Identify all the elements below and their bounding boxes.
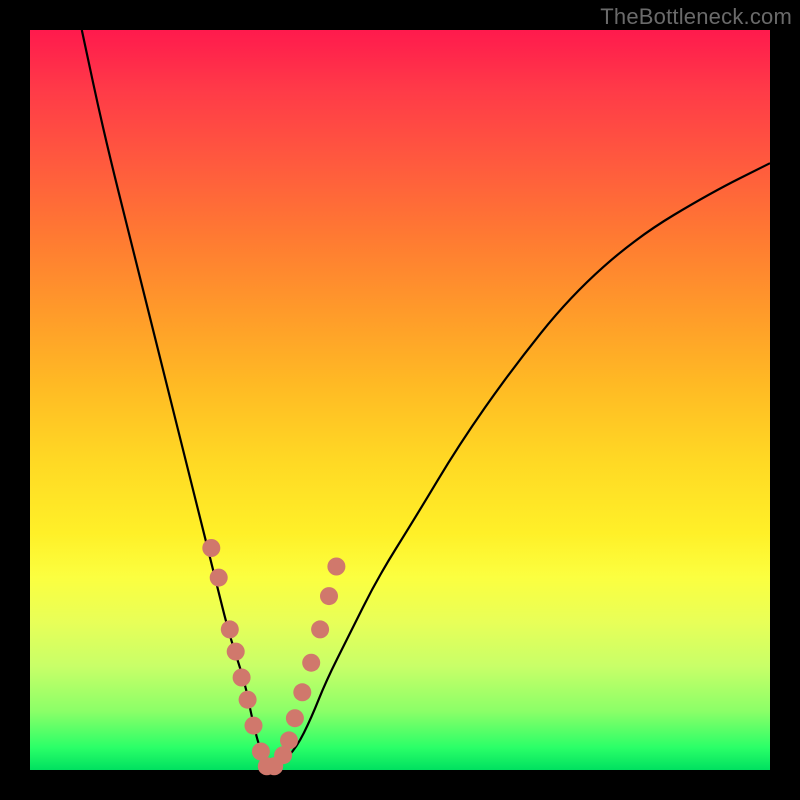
marker-dot bbox=[286, 709, 304, 727]
plot-area bbox=[30, 30, 770, 770]
bottleneck-curve bbox=[82, 30, 770, 768]
marker-dot bbox=[239, 691, 257, 709]
marker-dots-group bbox=[202, 539, 345, 775]
marker-dot bbox=[327, 558, 345, 576]
marker-dot bbox=[302, 654, 320, 672]
marker-dot bbox=[311, 620, 329, 638]
marker-dot bbox=[210, 569, 228, 587]
marker-dot bbox=[280, 731, 298, 749]
marker-dot bbox=[233, 669, 251, 687]
marker-dot bbox=[293, 683, 311, 701]
chart-svg bbox=[30, 30, 770, 770]
marker-dot bbox=[221, 620, 239, 638]
watermark-text: TheBottleneck.com bbox=[600, 4, 792, 30]
marker-dot bbox=[320, 587, 338, 605]
outer-frame: TheBottleneck.com bbox=[0, 0, 800, 800]
marker-dot bbox=[227, 643, 245, 661]
marker-dot bbox=[202, 539, 220, 557]
marker-dot bbox=[245, 717, 263, 735]
